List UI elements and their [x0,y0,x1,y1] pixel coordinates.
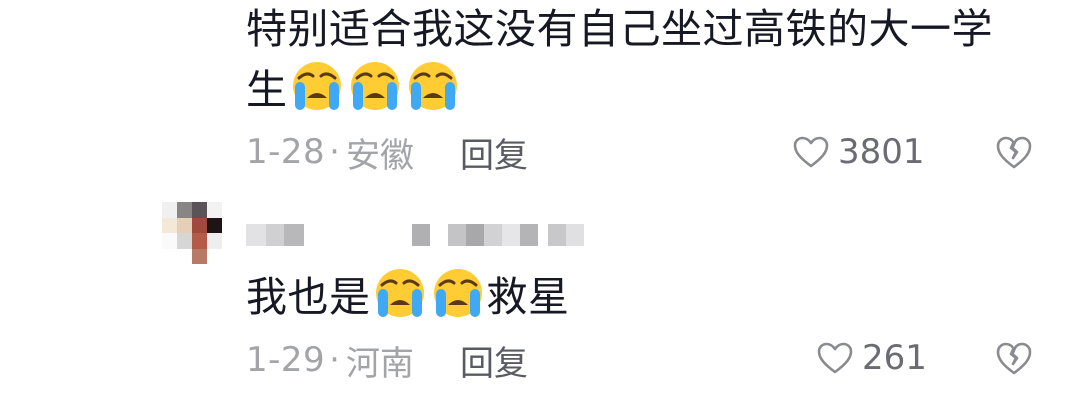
loudly-crying-face-icon [375,269,424,317]
heart-outline-icon [817,342,853,374]
comment-1-dot: · [329,132,340,172]
comment-1-meta: 1-28 · 安徽 回复 [246,127,528,177]
comment-1-emoji-run [290,58,460,112]
loudly-crying-face-icon [433,269,482,317]
comment-2-text: 我也是 救星 [246,265,570,326]
comment-1-text-line1: 特别适合我这没有自己坐过高铁的大一学 [246,5,993,53]
avatar[interactable] [162,202,222,264]
comment-2-date: 1-29 [246,340,326,380]
comment-2-emoji-run [373,265,485,319]
loudly-crying-face-icon [408,62,457,110]
comment-1-text: 特别适合我这没有自己坐过高铁的大一学 生 [246,0,993,119]
comment-1-like-button[interactable]: 3801 [792,127,925,177]
comment-1-text-line2: 生 [246,66,288,114]
comment-2-meta: 1-29 · 河南 回复 [246,335,528,385]
loudly-crying-face-icon [350,62,399,110]
broken-heart-outline-icon[interactable] [994,340,1034,376]
comment-1-date: 1-28 [246,132,326,172]
comment-2-dot: · [329,340,340,380]
comment-1-reply-button[interactable]: 回复 [460,128,528,177]
username-obscured[interactable] [246,224,584,246]
comment-2-location: 河南 [345,343,414,384]
comment-2-like-button[interactable]: 261 [816,333,927,383]
heart-outline-icon [793,136,829,168]
broken-heart-outline-icon[interactable] [994,134,1034,170]
comment-1-location: 安徽 [345,135,414,176]
comment-2-text-start: 我也是 [246,273,371,321]
loudly-crying-face-icon [292,62,341,110]
comment-2-like-count: 261 [862,338,927,378]
comment-2-text-end: 救星 [486,273,570,321]
comment-1-like-count: 3801 [838,132,925,172]
comment-2-reply-button[interactable]: 回复 [460,336,528,385]
